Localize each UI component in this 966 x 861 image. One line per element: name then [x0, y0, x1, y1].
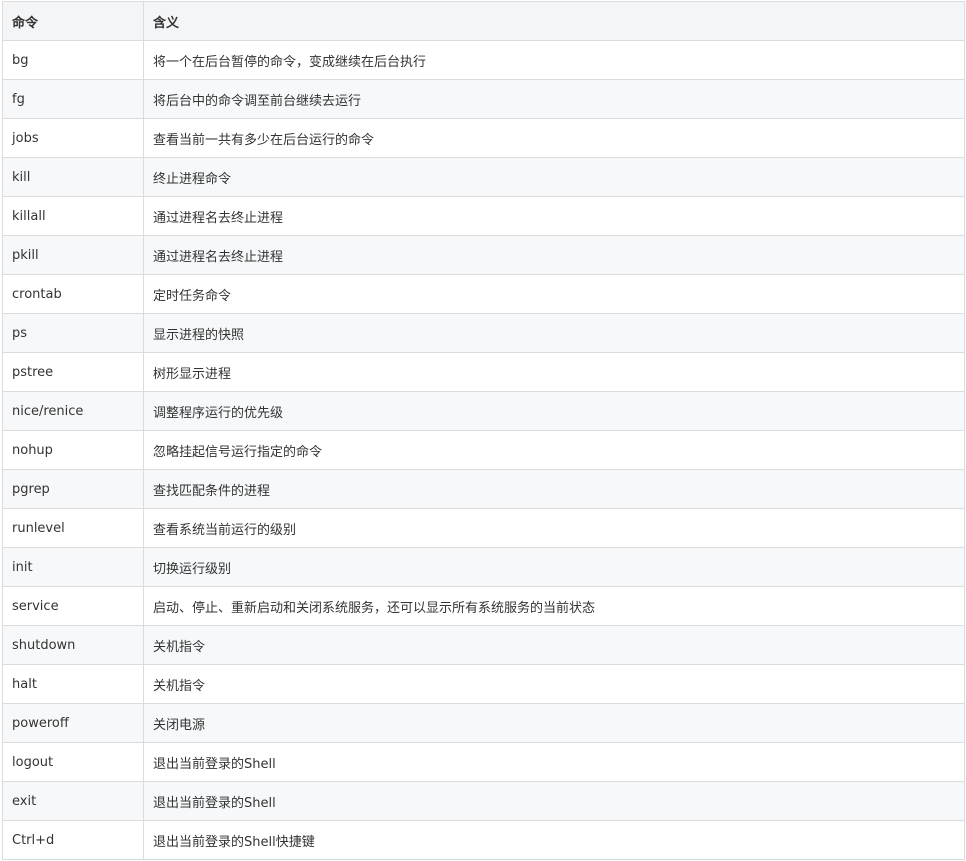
command-cell: logout: [2, 742, 144, 782]
table-row: ps 显示进程的快照: [2, 313, 965, 353]
table-container: 命令 含义 bg 将一个在后台暂停的命令，变成继续在后台执行 fg 将后台中的命令调…: [0, 0, 966, 860]
table-row: halt 关机指令: [2, 664, 965, 704]
meaning-cell: 退出当前登录的Shell: [143, 781, 965, 821]
table-row: Ctrl+d 退出当前登录的Shell快捷键: [2, 820, 965, 860]
command-cell: exit: [2, 781, 144, 821]
meaning-cell: 关机指令: [143, 625, 965, 665]
table-row: pkill 通过进程名去终止进程: [2, 235, 965, 275]
table-row: fg 将后台中的命令调至前台继续去运行: [2, 79, 965, 119]
column-header-meaning: 含义: [143, 1, 965, 41]
meaning-cell: 关机指令: [143, 664, 965, 704]
table-row: poweroff 关闭电源: [2, 703, 965, 743]
meaning-cell: 关闭电源: [143, 703, 965, 743]
command-cell: kill: [2, 157, 144, 197]
meaning-cell: 树形显示进程: [143, 352, 965, 392]
meaning-cell: 将一个在后台暂停的命令，变成继续在后台执行: [143, 40, 965, 80]
command-cell: shutdown: [2, 625, 144, 665]
command-cell: ps: [2, 313, 144, 353]
command-cell: nice/renice: [2, 391, 144, 431]
meaning-cell: 切换运行级别: [143, 547, 965, 587]
command-cell: jobs: [2, 118, 144, 158]
command-cell: bg: [2, 40, 144, 80]
table-row: pgrep 查找匹配条件的进程: [2, 469, 965, 509]
meaning-cell: 显示进程的快照: [143, 313, 965, 353]
meaning-cell: 查找匹配条件的进程: [143, 469, 965, 509]
meaning-cell: 忽略挂起信号运行指定的命令: [143, 430, 965, 470]
table-row: nice/renice 调整程序运行的优先级: [2, 391, 965, 431]
command-cell: killall: [2, 196, 144, 236]
table-row: crontab 定时任务命令: [2, 274, 965, 314]
command-cell: pkill: [2, 235, 144, 275]
command-cell: crontab: [2, 274, 144, 314]
table-row: logout 退出当前登录的Shell: [2, 742, 965, 782]
command-cell: runlevel: [2, 508, 144, 548]
commands-table: 命令 含义 bg 将一个在后台暂停的命令，变成继续在后台执行 fg 将后台中的命令调…: [2, 1, 965, 860]
command-cell: halt: [2, 664, 144, 704]
command-cell: nohup: [2, 430, 144, 470]
table-row: runlevel 查看系统当前运行的级别: [2, 508, 965, 548]
table-row: killall 通过进程名去终止进程: [2, 196, 965, 236]
table-row: exit 退出当前登录的Shell: [2, 781, 965, 821]
table-row: jobs 查看当前一共有多少在后台运行的命令: [2, 118, 965, 158]
meaning-cell: 查看系统当前运行的级别: [143, 508, 965, 548]
meaning-cell: 通过进程名去终止进程: [143, 196, 965, 236]
meaning-cell: 退出当前登录的Shell快捷键: [143, 820, 965, 860]
command-cell: pstree: [2, 352, 144, 392]
command-cell: service: [2, 586, 144, 626]
meaning-cell: 将后台中的命令调至前台继续去运行: [143, 79, 965, 119]
meaning-cell: 调整程序运行的优先级: [143, 391, 965, 431]
table-row: nohup 忽略挂起信号运行指定的命令: [2, 430, 965, 470]
command-cell: Ctrl+d: [2, 820, 144, 860]
meaning-cell: 通过进程名去终止进程: [143, 235, 965, 275]
table-row: shutdown 关机指令: [2, 625, 965, 665]
table-row: bg 将一个在后台暂停的命令，变成继续在后台执行: [2, 40, 965, 80]
command-cell: fg: [2, 79, 144, 119]
command-cell: init: [2, 547, 144, 587]
table-row: pstree 树形显示进程: [2, 352, 965, 392]
table-row: kill 终止进程命令: [2, 157, 965, 197]
meaning-cell: 查看当前一共有多少在后台运行的命令: [143, 118, 965, 158]
header-row: 命令 含义: [2, 1, 965, 41]
meaning-cell: 退出当前登录的Shell: [143, 742, 965, 782]
meaning-cell: 终止进程命令: [143, 157, 965, 197]
column-header-command: 命令: [2, 1, 144, 41]
table-header: 命令 含义: [2, 1, 965, 41]
table-row: init 切换运行级别: [2, 547, 965, 587]
meaning-cell: 启动、停止、重新启动和关闭系统服务，还可以显示所有系统服务的当前状态: [143, 586, 965, 626]
command-cell: pgrep: [2, 469, 144, 509]
command-cell: poweroff: [2, 703, 144, 743]
meaning-cell: 定时任务命令: [143, 274, 965, 314]
table-body: bg 将一个在后台暂停的命令，变成继续在后台执行 fg 将后台中的命令调至前台继续去…: [2, 40, 965, 860]
table-row: service 启动、停止、重新启动和关闭系统服务，还可以显示所有系统服务的当前状…: [2, 586, 965, 626]
